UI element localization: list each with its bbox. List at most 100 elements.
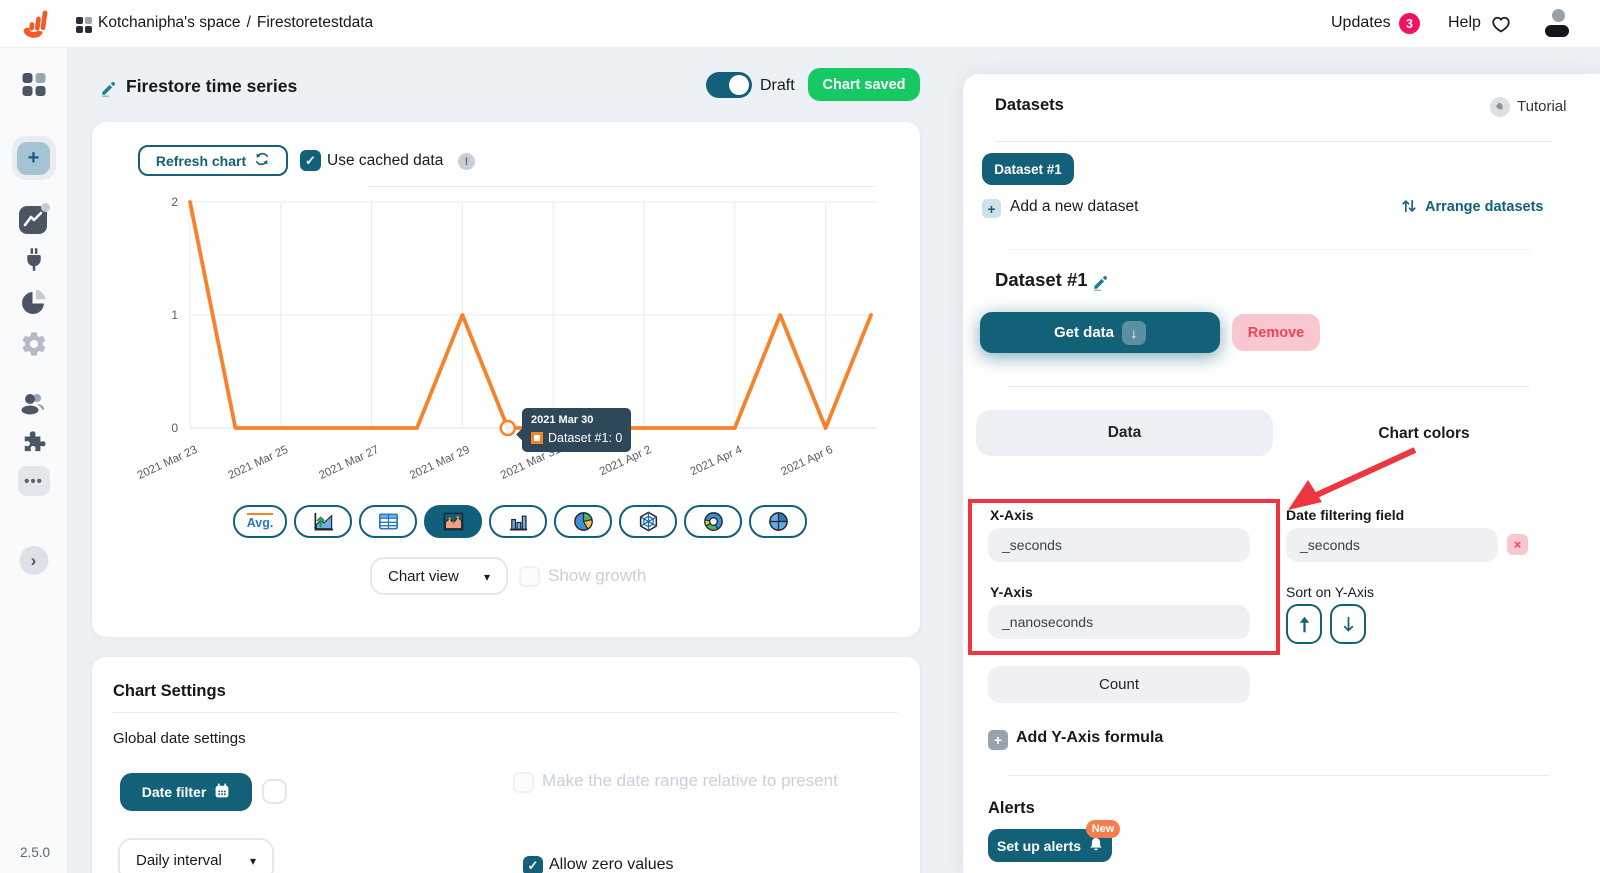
arrow-up-icon bbox=[1299, 616, 1309, 632]
sidebar-connections-icon[interactable] bbox=[20, 246, 47, 276]
chart-card: Refresh chart Use cached data ! 2021 Mar… bbox=[92, 122, 920, 637]
sidebar-more-button[interactable]: ••• bbox=[17, 466, 50, 496]
refresh-chart-label: Refresh chart bbox=[155, 152, 247, 169]
chart-settings-title: Chart Settings bbox=[113, 682, 226, 700]
clear-date-field-button[interactable]: × bbox=[1507, 534, 1528, 555]
chart-settings-card: Chart Settings Global date settings Date… bbox=[92, 657, 920, 873]
sidebar-expand-chevron-icon[interactable]: › bbox=[19, 546, 48, 575]
sort-ascending-button[interactable] bbox=[1286, 604, 1322, 644]
sidebar-integrations-puzzle-icon[interactable] bbox=[20, 428, 47, 458]
date-filtering-field[interactable]: _seconds bbox=[1286, 528, 1498, 562]
tutorial-icon[interactable] bbox=[1490, 97, 1510, 117]
sidebar-chart-icon[interactable] bbox=[18, 203, 50, 236]
feedback-heart-icon[interactable] bbox=[1490, 13, 1512, 37]
chart-type-avg-button[interactable]: Avg. bbox=[233, 505, 287, 538]
chart-type-bar-button[interactable] bbox=[489, 505, 547, 538]
add-dataset-label[interactable]: Add a new dataset bbox=[1010, 198, 1138, 216]
chart-type-kpi-button[interactable] bbox=[294, 505, 352, 538]
use-cached-data-checkbox[interactable] bbox=[300, 150, 321, 171]
chart-type-line-button[interactable] bbox=[424, 505, 482, 538]
help-link[interactable]: Help bbox=[1448, 14, 1481, 32]
left-sidebar: + ••• › bbox=[0, 48, 68, 873]
global-date-settings-label: Global date settings bbox=[113, 730, 246, 747]
page-title: Firestore time series bbox=[126, 76, 298, 96]
chart-type-pie-button[interactable] bbox=[554, 505, 612, 538]
sidebar-reports-pie-icon[interactable] bbox=[20, 288, 48, 319]
avatar[interactable] bbox=[1545, 9, 1571, 39]
chartbrew-logo[interactable] bbox=[22, 8, 52, 43]
interval-select[interactable]: Daily interval bbox=[118, 838, 274, 873]
pie-chart-icon bbox=[573, 512, 593, 531]
svg-text:2021 Mar 27: 2021 Mar 27 bbox=[317, 444, 381, 482]
dataset-chip[interactable]: Dataset #1 bbox=[982, 153, 1074, 185]
cached-data-info-icon[interactable]: ! bbox=[458, 153, 475, 170]
chevron-down-icon bbox=[250, 852, 256, 869]
refresh-chart-button[interactable]: Refresh chart bbox=[138, 145, 288, 176]
arrow-down-icon bbox=[1343, 616, 1353, 631]
area-line-chart-icon bbox=[443, 512, 463, 531]
updates-link[interactable]: Updates bbox=[1331, 14, 1391, 32]
chart-tooltip: 2021 Mar 30 Dataset #1: 0 bbox=[522, 408, 632, 452]
arrange-datasets-link[interactable]: Arrange datasets bbox=[1425, 199, 1543, 215]
chart-type-polar-button[interactable] bbox=[749, 505, 807, 538]
datasets-panel: Datasets Tutorial Dataset #1 Add a new d… bbox=[963, 74, 1600, 873]
y-axis-field[interactable]: _nanoseconds bbox=[988, 605, 1250, 639]
x-axis-field[interactable]: _seconds bbox=[988, 528, 1250, 562]
date-filter-button[interactable]: Date filter bbox=[120, 773, 252, 811]
sidebar-add-chart-button[interactable]: + bbox=[11, 136, 56, 180]
sidebar-team-icon[interactable] bbox=[20, 390, 48, 419]
radar-chart-icon bbox=[639, 511, 657, 532]
new-feature-badge: New bbox=[1086, 820, 1120, 838]
polar-chart-icon bbox=[768, 512, 788, 531]
tutorial-link[interactable]: Tutorial bbox=[1517, 98, 1566, 115]
kpi-chart-icon bbox=[313, 512, 333, 531]
chart-view-value: Chart view bbox=[388, 567, 459, 585]
draft-toggle-label: Draft bbox=[760, 77, 795, 94]
interval-value: Daily interval bbox=[136, 851, 222, 869]
sidebar-settings-gear-icon[interactable] bbox=[20, 330, 48, 361]
date-filter-checkbox[interactable] bbox=[262, 779, 287, 804]
chart-type-table-button[interactable] bbox=[359, 505, 417, 538]
allow-zero-checkbox[interactable] bbox=[523, 856, 543, 873]
breadcrumb-project[interactable]: Firestoretestdata bbox=[257, 14, 373, 32]
date-filtering-field-label: Date filtering field bbox=[1286, 507, 1405, 523]
top-navbar: Kotchanipha's space / Firestoretestdata … bbox=[0, 0, 1600, 48]
edit-title-pencil-icon[interactable] bbox=[100, 79, 118, 100]
chevron-down-icon bbox=[484, 568, 490, 585]
add-formula-label[interactable]: Add Y-Axis formula bbox=[1016, 729, 1163, 747]
draft-toggle[interactable] bbox=[706, 72, 752, 98]
add-formula-plus-icon[interactable] bbox=[988, 730, 1008, 750]
relative-date-checkbox[interactable] bbox=[513, 772, 534, 793]
svg-text:2021 Mar 25: 2021 Mar 25 bbox=[226, 444, 290, 482]
show-growth-checkbox[interactable] bbox=[519, 566, 540, 587]
calendar-icon bbox=[214, 782, 230, 802]
date-filter-label: Date filter bbox=[141, 784, 207, 800]
relative-date-label: Make the date range relative to present bbox=[542, 771, 838, 790]
remove-dataset-button[interactable]: Remove bbox=[1232, 314, 1320, 351]
tooltip-series-value: Dataset #1: 0 bbox=[548, 431, 623, 445]
sort-descending-button[interactable] bbox=[1330, 604, 1366, 644]
edit-dataset-pencil-icon[interactable] bbox=[1092, 273, 1110, 294]
panel-divider-3 bbox=[1008, 386, 1530, 387]
svg-text:2021 Apr 4: 2021 Apr 4 bbox=[689, 444, 745, 479]
sidebar-dashboards-icon[interactable] bbox=[21, 72, 46, 100]
app-screen: Kotchanipha's space / Firestoretestdata … bbox=[0, 0, 1600, 873]
breadcrumb-separator: / bbox=[246, 14, 251, 31]
chart-view-select[interactable]: Chart view bbox=[370, 557, 508, 595]
time-series-line-chart[interactable]: 2021 Mar 23 2021 Mar 25 2021 Mar 27 2021 Ma… bbox=[136, 192, 882, 482]
count-operation-button[interactable]: Count bbox=[988, 666, 1250, 703]
workspace-grid-icon[interactable] bbox=[76, 17, 92, 36]
avg-icon: Avg. bbox=[246, 513, 274, 530]
tooltip-series-swatch bbox=[531, 432, 543, 444]
get-data-button[interactable]: Get data ↓ bbox=[980, 312, 1220, 353]
chart-saved-button[interactable]: Chart saved bbox=[808, 68, 920, 101]
add-dataset-plus-icon[interactable] bbox=[982, 199, 1001, 218]
tab-chart-colors[interactable]: Chart colors bbox=[1354, 425, 1494, 443]
show-growth-label: Show growth bbox=[548, 566, 647, 585]
breadcrumb-workspace[interactable]: Kotchanipha's space bbox=[98, 14, 241, 32]
svg-text:2021 Apr 6: 2021 Apr 6 bbox=[779, 444, 834, 478]
chart-type-radar-button[interactable] bbox=[619, 505, 677, 538]
chart-type-doughnut-button[interactable] bbox=[684, 505, 742, 538]
tab-data[interactable]: Data bbox=[976, 410, 1273, 456]
panel-divider-1 bbox=[995, 141, 1553, 142]
